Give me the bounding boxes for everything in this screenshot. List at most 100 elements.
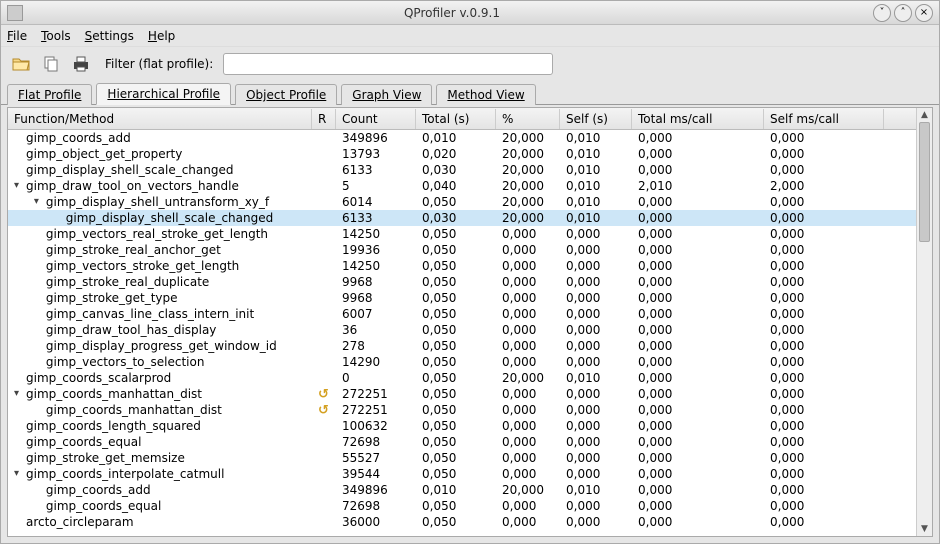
total-ms-cell: 0,000 <box>632 450 764 466</box>
total-cell: 0,050 <box>416 322 496 338</box>
count-cell: 36 <box>336 322 416 338</box>
minimize-button[interactable]: ˅ <box>873 4 891 22</box>
tab-graph-view[interactable]: Graph View <box>341 84 432 105</box>
table-row[interactable]: gimp_draw_tool_has_display360,0500,0000,… <box>8 322 916 338</box>
self-ms-cell: 2,000 <box>764 178 884 194</box>
expander-open-icon[interactable]: ▾ <box>34 194 46 210</box>
table-row[interactable]: gimp_vectors_to_selection142900,0500,000… <box>8 354 916 370</box>
print-icon[interactable] <box>69 52 93 76</box>
self-cell: 0,000 <box>560 274 632 290</box>
table-row[interactable]: ▾gimp_display_shell_untransform_xy_f6014… <box>8 194 916 210</box>
table-header: Function/Method R Count Total (s) % Self… <box>8 108 916 130</box>
menu-file[interactable]: File <box>7 29 27 43</box>
self-ms-cell: 0,000 <box>764 434 884 450</box>
count-cell: 9968 <box>336 290 416 306</box>
table-row[interactable]: gimp_object_get_property137930,02020,000… <box>8 146 916 162</box>
table-row[interactable]: gimp_vectors_real_stroke_get_length14250… <box>8 226 916 242</box>
table-scroll[interactable]: Function/Method R Count Total (s) % Self… <box>8 108 916 536</box>
pct-cell: 20,000 <box>496 146 560 162</box>
recursion-icon: ↺ <box>318 387 332 403</box>
col-total[interactable]: Total (s) <box>416 109 496 129</box>
function-name: gimp_stroke_real_duplicate <box>46 274 209 290</box>
copy-icon[interactable] <box>39 52 63 76</box>
table-row[interactable]: ▾gimp_coords_manhattan_dist↺2722510,0500… <box>8 386 916 402</box>
expander-open-icon[interactable]: ▾ <box>14 466 26 482</box>
expander-open-icon[interactable]: ▾ <box>14 386 26 402</box>
function-name: gimp_display_shell_scale_changed <box>26 162 233 178</box>
table-row[interactable]: gimp_display_progress_get_window_id2780,… <box>8 338 916 354</box>
table-row[interactable]: gimp_coords_equal726980,0500,0000,0000,0… <box>8 434 916 450</box>
self-cell: 0,000 <box>560 322 632 338</box>
vertical-scrollbar[interactable]: ▲ ▼ <box>916 108 932 536</box>
filter-input[interactable] <box>223 53 553 75</box>
table-row[interactable]: gimp_stroke_real_anchor_get199360,0500,0… <box>8 242 916 258</box>
function-cell: gimp_display_progress_get_window_id <box>8 338 312 354</box>
total-ms-cell: 0,000 <box>632 338 764 354</box>
count-cell: 14250 <box>336 258 416 274</box>
total-cell: 0,050 <box>416 370 496 386</box>
function-cell: gimp_stroke_real_anchor_get <box>8 242 312 258</box>
tab-flat-profile[interactable]: Flat Profile <box>7 84 92 105</box>
count-cell: 36000 <box>336 514 416 530</box>
table-row[interactable]: gimp_coords_manhattan_dist↺2722510,0500,… <box>8 402 916 418</box>
total-cell: 0,050 <box>416 498 496 514</box>
col-count[interactable]: Count <box>336 109 416 129</box>
total-cell: 0,010 <box>416 482 496 498</box>
col-pct[interactable]: % <box>496 109 560 129</box>
count-cell: 349896 <box>336 130 416 146</box>
col-r[interactable]: R <box>312 109 336 129</box>
col-self[interactable]: Self (s) <box>560 109 632 129</box>
table-row[interactable]: gimp_stroke_real_duplicate99680,0500,000… <box>8 274 916 290</box>
close-button[interactable]: × <box>915 4 933 22</box>
menu-tools[interactable]: Tools <box>41 29 71 43</box>
table-row[interactable]: gimp_display_shell_scale_changed61330,03… <box>8 162 916 178</box>
table-row[interactable]: gimp_coords_add3498960,01020,0000,0100,0… <box>8 482 916 498</box>
app-window: QProfiler v.0.9.1 ˅ ˄ × File Tools Setti… <box>0 0 940 544</box>
table-row[interactable]: gimp_stroke_get_memsize555270,0500,0000,… <box>8 450 916 466</box>
tab-hierarchical-profile[interactable]: Hierarchical Profile <box>96 83 231 105</box>
pct-cell: 0,000 <box>496 386 560 402</box>
expander-open-icon[interactable]: ▾ <box>14 178 26 194</box>
function-name: gimp_vectors_real_stroke_get_length <box>46 226 268 242</box>
table-row[interactable]: gimp_coords_scalarprod00,05020,0000,0100… <box>8 370 916 386</box>
count-cell: 72698 <box>336 498 416 514</box>
table-row[interactable]: gimp_stroke_get_type99680,0500,0000,0000… <box>8 290 916 306</box>
maximize-button[interactable]: ˄ <box>894 4 912 22</box>
total-ms-cell: 0,000 <box>632 162 764 178</box>
tab-object-profile[interactable]: Object Profile <box>235 84 337 105</box>
menu-help[interactable]: Help <box>148 29 175 43</box>
col-total-ms[interactable]: Total ms/call <box>632 109 764 129</box>
menubar: File Tools Settings Help <box>1 25 939 47</box>
menu-settings[interactable]: Settings <box>85 29 134 43</box>
open-icon[interactable] <box>9 52 33 76</box>
self-cell: 0,010 <box>560 178 632 194</box>
self-cell: 0,010 <box>560 210 632 226</box>
table-row[interactable]: gimp_coords_add3498960,01020,0000,0100,0… <box>8 130 916 146</box>
count-cell: 9968 <box>336 274 416 290</box>
total-ms-cell: 0,000 <box>632 418 764 434</box>
total-ms-cell: 0,000 <box>632 354 764 370</box>
table-row[interactable]: arcto_circleparam360000,0500,0000,0000,0… <box>8 514 916 530</box>
col-function[interactable]: Function/Method <box>8 109 312 129</box>
table-row[interactable]: gimp_vectors_stroke_get_length142500,050… <box>8 258 916 274</box>
table-row[interactable]: ▾gimp_coords_interpolate_catmull395440,0… <box>8 466 916 482</box>
count-cell: 6133 <box>336 162 416 178</box>
scrollbar-thumb[interactable] <box>919 122 930 242</box>
pct-cell: 0,000 <box>496 322 560 338</box>
table-row[interactable]: gimp_canvas_line_class_intern_init60070,… <box>8 306 916 322</box>
table-row[interactable]: gimp_coords_equal726980,0500,0000,0000,0… <box>8 498 916 514</box>
total-ms-cell: 0,000 <box>632 482 764 498</box>
table-row[interactable]: ▾gimp_draw_tool_on_vectors_handle50,0402… <box>8 178 916 194</box>
function-name: gimp_coords_scalarprod <box>26 370 171 386</box>
self-cell: 0,010 <box>560 194 632 210</box>
function-name: gimp_object_get_property <box>26 146 182 162</box>
tab-method-view[interactable]: Method View <box>436 84 535 105</box>
self-cell: 0,000 <box>560 466 632 482</box>
scroll-up-icon[interactable]: ▲ <box>917 108 932 122</box>
scroll-down-icon[interactable]: ▼ <box>917 522 932 536</box>
table-row[interactable]: gimp_coords_length_squared1006320,0500,0… <box>8 418 916 434</box>
col-self-ms[interactable]: Self ms/call <box>764 109 884 129</box>
table-row[interactable]: gimp_display_shell_scale_changed61330,03… <box>8 210 916 226</box>
count-cell: 100632 <box>336 418 416 434</box>
total-cell: 0,050 <box>416 386 496 402</box>
